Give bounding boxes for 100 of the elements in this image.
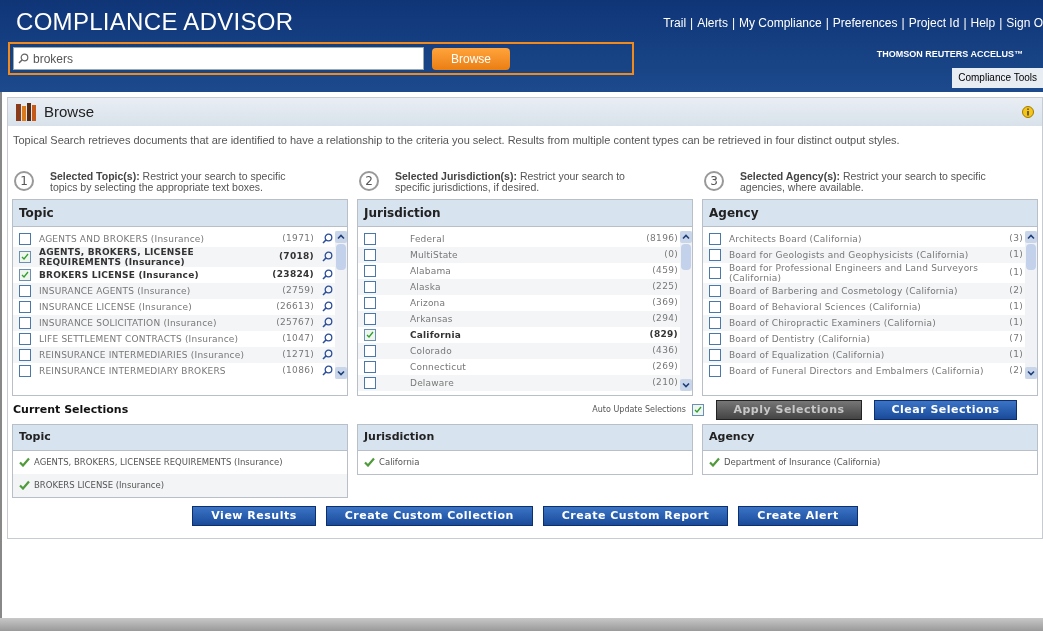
checkbox[interactable] xyxy=(19,364,31,377)
list-label: Board for Professional Engineers and Land Surveyors (California) xyxy=(729,262,980,283)
checkbox[interactable] xyxy=(709,332,721,345)
list-label: Board of Barbering and Cosmetology (California) xyxy=(729,285,959,296)
checkbox[interactable] xyxy=(709,284,721,297)
tab[interactable]: Compliance Tools xyxy=(952,67,1043,88)
count-label: (1047) xyxy=(282,331,314,345)
list-label: California xyxy=(409,329,462,340)
action-button[interactable]: Create Alert xyxy=(738,505,858,526)
scroll-up-icon[interactable] xyxy=(680,230,692,243)
list-label: Alabama xyxy=(409,265,453,276)
scroll-thumb[interactable] xyxy=(681,243,691,270)
checkbox[interactable] xyxy=(364,264,376,277)
search-icon[interactable] xyxy=(322,365,333,376)
nav-link[interactable]: My Compliance xyxy=(739,14,822,32)
search-icon[interactable] xyxy=(322,333,333,344)
count-label: (25767) xyxy=(276,315,314,329)
checkbox[interactable] xyxy=(19,250,31,263)
checkbox[interactable] xyxy=(709,300,721,313)
scrollbar[interactable] xyxy=(680,230,692,391)
checkmark-icon xyxy=(709,457,720,467)
scroll-up-icon[interactable] xyxy=(335,230,347,243)
list-label: MultiState xyxy=(409,249,459,260)
nav-link[interactable]: Project Id xyxy=(908,14,960,32)
step-description: Selected Jurisdiction(s): Restrict your search to specific jurisdictions, if desired. xyxy=(395,170,626,193)
checkbox[interactable] xyxy=(19,268,31,281)
scroll-down-icon[interactable] xyxy=(1025,366,1037,379)
search-icon[interactable] xyxy=(322,301,333,312)
books-icon xyxy=(16,103,36,121)
checkbox[interactable] xyxy=(364,280,376,293)
list-label: Arizona xyxy=(409,297,447,308)
checkbox[interactable] xyxy=(364,312,376,325)
checkbox[interactable] xyxy=(364,360,376,373)
count-label: (2759) xyxy=(282,283,314,297)
action-button[interactable]: View Results xyxy=(192,505,316,526)
search-icon[interactable] xyxy=(322,251,333,262)
list-label: REINSURANCE INTERMEDIARY BROKERS xyxy=(39,365,227,376)
scroll-thumb[interactable] xyxy=(1026,243,1036,270)
separator: | xyxy=(900,15,906,32)
action-button[interactable]: Create Custom Report xyxy=(542,505,729,526)
nav-link[interactable]: Sign O xyxy=(1006,14,1043,32)
checkmark-icon xyxy=(19,480,30,490)
count-label: (1) xyxy=(1009,265,1023,279)
checkbox[interactable] xyxy=(709,248,721,261)
checkbox[interactable] xyxy=(709,266,721,279)
checkbox[interactable] xyxy=(364,232,376,245)
list-label: Colorado xyxy=(409,345,453,356)
checkbox[interactable] xyxy=(364,296,376,309)
search-field[interactable]: brokers xyxy=(13,47,424,70)
checkbox[interactable] xyxy=(709,364,721,377)
count-label: (3) xyxy=(1009,231,1023,245)
list-label: Architects Board (California) xyxy=(729,233,863,244)
list-label: BROKERS LICENSE (Insurance) xyxy=(39,269,200,280)
step-description: Selected Topic(s): Restrict your search to specific topics by selecting the appropriate text boxes. xyxy=(50,170,287,193)
clear-selections-button[interactable]: Clear Selections xyxy=(874,399,1017,420)
action-button[interactable]: Create Custom Collection xyxy=(325,505,533,526)
count-label: (2) xyxy=(1009,363,1023,377)
list-label: Delaware xyxy=(409,377,455,388)
count-label: (829) xyxy=(649,327,678,341)
scroll-up-icon[interactable] xyxy=(1025,230,1037,243)
search-input[interactable]: brokers xyxy=(33,49,419,68)
checkbox[interactable] xyxy=(19,332,31,345)
checkmark-icon xyxy=(19,457,30,467)
checkbox[interactable] xyxy=(709,316,721,329)
scrollbar[interactable] xyxy=(1025,230,1037,379)
checkbox[interactable] xyxy=(692,403,704,416)
search-icon[interactable] xyxy=(322,317,333,328)
selection-item: AGENTS, BROKERS, LICENSEE REQUIREMENTS (Insurance) xyxy=(34,455,283,469)
count-label: (0) xyxy=(664,247,678,261)
checkbox[interactable] xyxy=(364,248,376,261)
nav-link[interactable]: Alerts xyxy=(697,14,728,32)
list-row[interactable]: AGENTS, BROKERS, LICENSEE REQUIREMENTS (Insurance) (7018) xyxy=(13,246,335,267)
checkbox[interactable] xyxy=(19,284,31,297)
nav-link[interactable]: Preferences xyxy=(832,14,898,32)
checkbox[interactable] xyxy=(364,328,376,341)
checkbox[interactable] xyxy=(364,344,376,357)
checkbox[interactable] xyxy=(19,316,31,329)
search-icon[interactable] xyxy=(322,233,333,244)
scroll-down-icon[interactable] xyxy=(680,378,692,391)
search-icon[interactable] xyxy=(322,285,333,296)
scrollbar[interactable] xyxy=(335,230,347,379)
checkbox[interactable] xyxy=(19,300,31,313)
checkbox[interactable] xyxy=(364,376,376,389)
nav-link[interactable]: Trail xyxy=(663,14,687,32)
checkbox[interactable] xyxy=(709,348,721,361)
checkbox[interactable] xyxy=(19,232,31,245)
step-number: 2 xyxy=(359,170,379,191)
count-label: (1) xyxy=(1009,247,1023,261)
nav-link[interactable]: Help xyxy=(970,14,996,32)
count-label: (294) xyxy=(652,311,678,325)
info-icon[interactable] xyxy=(1022,106,1034,118)
checkbox[interactable] xyxy=(709,232,721,245)
checkbox[interactable] xyxy=(19,348,31,361)
search-icon[interactable] xyxy=(322,269,333,280)
scroll-down-icon[interactable] xyxy=(335,366,347,379)
count-label: (459) xyxy=(652,263,678,277)
list-label: Board of Behavioral Sciences (California) xyxy=(729,301,923,312)
section-title: Current Selections xyxy=(13,401,130,418)
scroll-thumb[interactable] xyxy=(336,243,346,270)
search-icon[interactable] xyxy=(322,349,333,360)
